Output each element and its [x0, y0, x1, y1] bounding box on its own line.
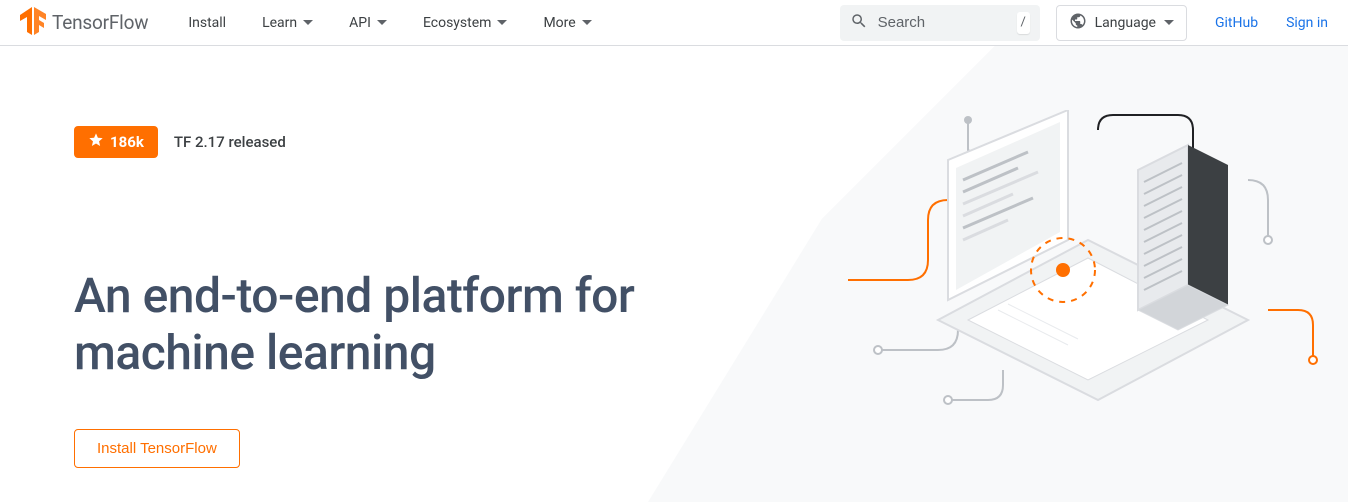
caret-down-icon: [1164, 20, 1174, 26]
star-count: 186k: [110, 133, 144, 151]
signin-link[interactable]: Sign in: [1286, 15, 1328, 31]
release-note[interactable]: TF 2.17 released: [174, 133, 286, 151]
language-selector[interactable]: Language: [1056, 5, 1187, 41]
install-tensorflow-button[interactable]: Install TensorFlow: [74, 429, 240, 468]
hero-illustration: [848, 110, 1318, 430]
github-link[interactable]: GitHub: [1215, 15, 1258, 31]
nav-install[interactable]: Install: [188, 15, 226, 31]
brand-name: TensorFlow: [52, 11, 148, 34]
caret-down-icon: [497, 20, 507, 26]
search-shortcut-key: /: [1017, 12, 1030, 34]
site-header: TensorFlow Install Learn API Ecosystem M…: [0, 0, 1348, 46]
language-label: Language: [1095, 15, 1156, 31]
nav-ecosystem[interactable]: Ecosystem: [423, 15, 508, 31]
github-stars-badge[interactable]: 186k: [74, 126, 158, 158]
tensorflow-icon: [20, 7, 46, 39]
search-icon: [850, 12, 868, 34]
nav-api-label: API: [349, 15, 371, 31]
star-icon: [88, 132, 104, 152]
search-box[interactable]: /: [840, 5, 1040, 41]
nav-more[interactable]: More: [543, 15, 591, 31]
hero-title: An end-to-end platform for machine learn…: [74, 268, 774, 381]
nav-learn-label: Learn: [262, 15, 297, 31]
nav-learn[interactable]: Learn: [262, 15, 313, 31]
primary-nav: Install Learn API Ecosystem More: [188, 15, 591, 31]
nav-ecosystem-label: Ecosystem: [423, 15, 492, 31]
nav-more-label: More: [543, 15, 575, 31]
caret-down-icon: [303, 20, 313, 26]
nav-api[interactable]: API: [349, 15, 387, 31]
brand-logo[interactable]: TensorFlow: [20, 7, 148, 39]
caret-down-icon: [377, 20, 387, 26]
globe-icon: [1069, 12, 1087, 34]
caret-down-icon: [582, 20, 592, 26]
search-input[interactable]: [878, 14, 1007, 31]
nav-install-label: Install: [188, 15, 226, 31]
